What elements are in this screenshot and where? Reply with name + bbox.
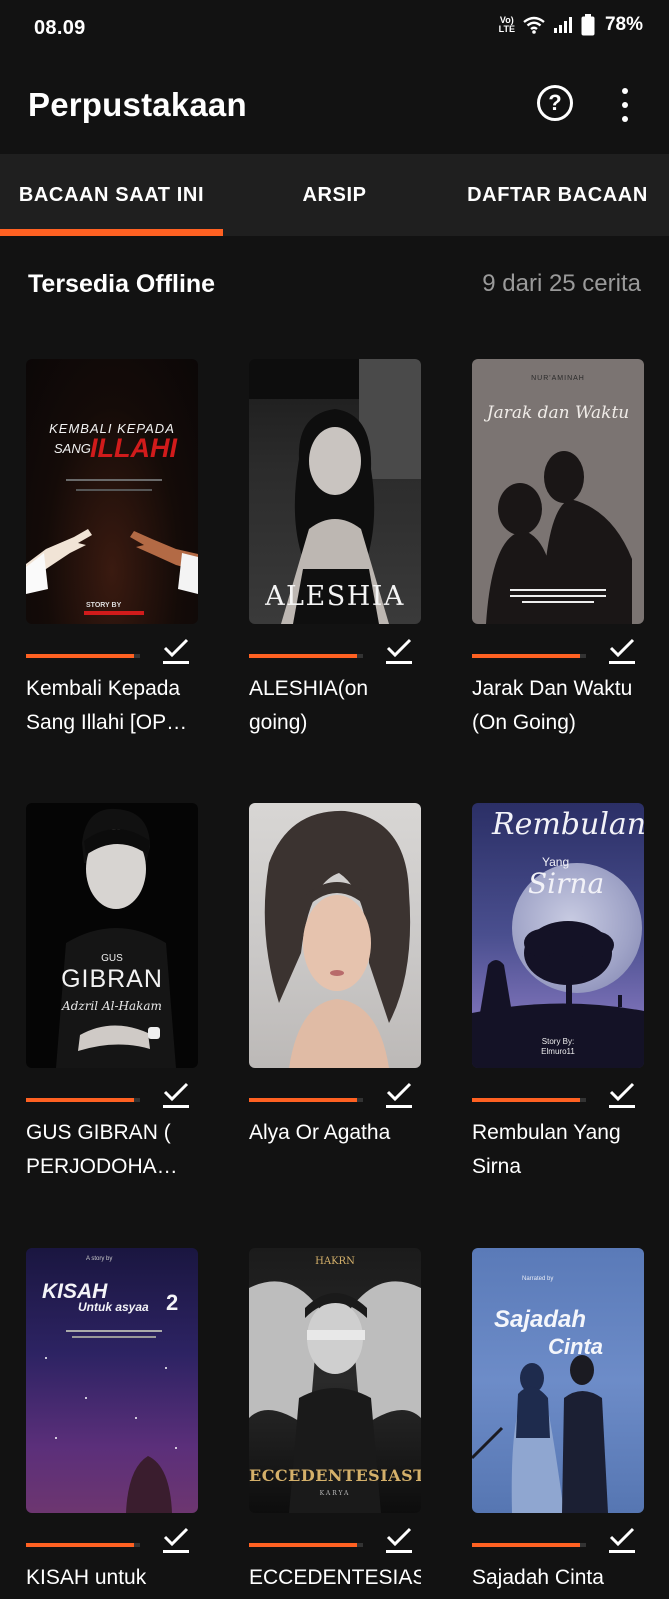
- cover-title-line: GUS: [101, 953, 123, 964]
- book-title[interactable]: KISAH untuk: [26, 1561, 198, 1595]
- reading-progress-bar: [249, 654, 363, 658]
- cover-top-text: HAKRN: [315, 1256, 355, 1267]
- reading-progress-bar: [249, 1098, 363, 1102]
- book-title[interactable]: Rembulan Yang Sirna: [472, 1116, 644, 1184]
- check-download-icon: [609, 1527, 635, 1553]
- check-download-icon: [609, 638, 635, 664]
- book-title[interactable]: Kembali Kepada Sang Illahi [OP…: [26, 672, 198, 740]
- progress-row: [472, 630, 644, 670]
- book-cover[interactable]: GUS GIBRAN Adzril Al-Hakam: [26, 803, 198, 1068]
- book-card[interactable]: Rembulan Yang Sirna Story By: Elmuro11 R…: [472, 803, 644, 1184]
- book-title[interactable]: ALESHIA(on going): [249, 672, 421, 740]
- reading-progress-bar: [26, 1098, 140, 1102]
- book-cover[interactable]: Rembulan Yang Sirna Story By: Elmuro11: [472, 803, 644, 1068]
- book-cover[interactable]: KEMBALI KEPADA SANG ILLAHI STORY BY: [26, 359, 198, 624]
- book-cover[interactable]: NUR'AMINAH Jarak dan Waktu: [472, 359, 644, 624]
- book-title[interactable]: Alya Or Agatha: [249, 1116, 421, 1150]
- book-cover[interactable]: ALESHIA: [249, 359, 421, 624]
- help-symbol: ?: [548, 90, 562, 115]
- cover-title: ALESHIA: [265, 581, 405, 612]
- book-cover[interactable]: HAKRN ECCEDENTESIAST KARYA: [249, 1248, 421, 1513]
- check-download-icon: [163, 1527, 189, 1553]
- book-cover[interactable]: Narrated by Sajadah Cinta: [472, 1248, 644, 1513]
- cover-credit: Story By:: [541, 1037, 575, 1046]
- progress-row: [26, 1074, 198, 1114]
- tab-archive[interactable]: ARSIP: [223, 154, 446, 236]
- progress-row: [26, 1519, 198, 1559]
- reading-progress-bar: [472, 1543, 586, 1547]
- check-download-icon: [386, 638, 412, 664]
- progress-row: [26, 630, 198, 670]
- reading-progress-bar: [249, 1543, 363, 1547]
- progress-row: [249, 1074, 421, 1114]
- battery-icon: [581, 14, 595, 36]
- book-card[interactable]: KEMBALI KEPADA SANG ILLAHI STORY BY Kemb…: [26, 359, 198, 740]
- cover-author: NUR'AMINAH: [531, 375, 585, 382]
- book-cover[interactable]: [249, 803, 421, 1068]
- book-card[interactable]: NUR'AMINAH Jarak dan Waktu Jarak Dan Wak…: [472, 359, 644, 740]
- book-title[interactable]: GUS GIBRAN ( PERJODOHA…: [26, 1116, 198, 1184]
- reading-progress-bar: [26, 654, 140, 658]
- progress-row: [249, 1519, 421, 1559]
- status-bar: 08.09 Vo) LTE 78%: [0, 0, 669, 58]
- cover-author: Elmuro11: [541, 1047, 575, 1056]
- cover-title: GIBRAN: [61, 965, 163, 993]
- book-card[interactable]: ALESHIA ALESHIA(on going): [249, 359, 421, 740]
- book-title[interactable]: ECCEDENTESIAS: [249, 1561, 421, 1595]
- app-bar: Perpustakaan ?: [0, 58, 669, 154]
- wifi-icon: [523, 16, 545, 34]
- reading-progress-bar: [472, 1098, 586, 1102]
- check-download-icon: [386, 1527, 412, 1553]
- status-icons: Vo) LTE 78%: [499, 14, 643, 36]
- reading-progress-bar: [472, 654, 586, 658]
- active-tab-indicator: [0, 229, 223, 236]
- book-title[interactable]: Jarak Dan Waktu (On Going): [472, 672, 644, 740]
- cover-subtitle: KARYA: [319, 1490, 351, 1497]
- progress-row: [249, 630, 421, 670]
- story-count: 9 dari 25 cerita: [482, 270, 641, 297]
- check-download-icon: [386, 1082, 412, 1108]
- progress-row: [472, 1519, 644, 1559]
- status-time: 08.09: [34, 17, 86, 39]
- cover-title-line: Sirna: [528, 867, 605, 900]
- book-card[interactable]: HAKRN ECCEDENTESIAST KARYA ECCEDENTESIAS: [249, 1248, 421, 1595]
- cover-title: Rembulan: [492, 807, 644, 842]
- cover-title: Sajadah: [494, 1306, 587, 1333]
- book-cover[interactable]: A story by KISAH Untuk asyaa 2: [26, 1248, 198, 1513]
- cover-title: ECCEDENTESIAST: [249, 1466, 421, 1485]
- cover-credit: STORY BY: [86, 602, 122, 609]
- cover-title-line: SANG: [54, 441, 91, 456]
- reading-progress-bar: [26, 1543, 140, 1547]
- volte-icon: Vo) LTE: [498, 15, 515, 34]
- section-title: Tersedia Offline: [28, 270, 216, 298]
- check-download-icon: [163, 1082, 189, 1108]
- book-card[interactable]: A story by KISAH Untuk asyaa 2 KISAH unt…: [26, 1248, 198, 1595]
- check-download-icon: [163, 638, 189, 664]
- tab-reading-list[interactable]: DAFTAR BACAAN: [446, 154, 669, 236]
- book-card[interactable]: Narrated by Sajadah Cinta Sajadah Cinta: [472, 1248, 644, 1595]
- cover-title-highlight: ILLAHI: [90, 433, 177, 463]
- tab-current-reading[interactable]: BACAAN SAAT INI: [0, 154, 223, 236]
- check-download-icon: [609, 1082, 635, 1108]
- book-card[interactable]: GUS GIBRAN Adzril Al-Hakam GUS GIBRAN ( …: [26, 803, 198, 1184]
- progress-row: [472, 1074, 644, 1114]
- more-vert-icon[interactable]: [618, 88, 632, 122]
- page-title: Perpustakaan: [28, 86, 247, 123]
- cover-title: Jarak dan Waktu: [486, 403, 630, 423]
- cover-subtitle: Adzril Al-Hakam: [62, 999, 162, 1013]
- cover-top-text: Narrated by: [522, 1276, 554, 1282]
- battery-percent: 78%: [604, 14, 643, 35]
- book-card[interactable]: Alya Or Agatha: [249, 803, 421, 1150]
- book-title[interactable]: Sajadah Cinta: [472, 1561, 644, 1595]
- signal-icon: [553, 17, 572, 33]
- help-icon[interactable]: ?: [537, 85, 573, 121]
- tab-bar: BACAAN SAAT INI ARSIP DAFTAR BACAAN: [0, 154, 669, 236]
